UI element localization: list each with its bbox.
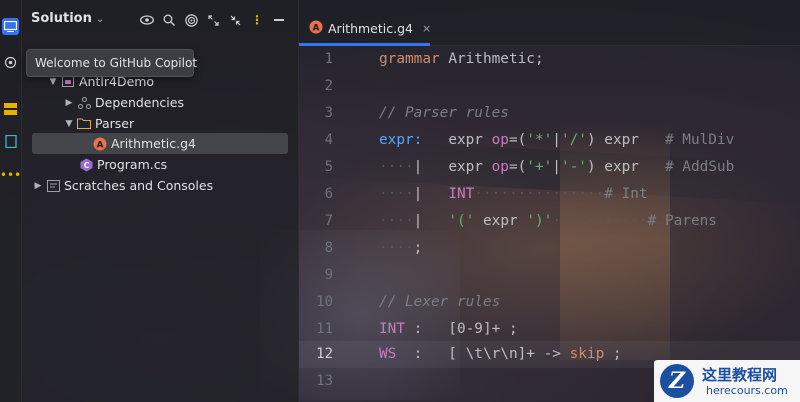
svg-text:C: C xyxy=(83,161,89,170)
watermark-url: herecours.com xyxy=(706,384,788,397)
dependencies-icon xyxy=(76,96,92,110)
code-line: ····| INT···············# Int xyxy=(379,186,648,202)
svg-text:A: A xyxy=(97,140,104,150)
line-number: 10 xyxy=(316,294,333,310)
tree-item-dependencies[interactable]: ▶ Dependencies xyxy=(62,92,184,113)
watermark-logo-icon: Z xyxy=(660,364,694,398)
antlr-file-icon: A xyxy=(92,137,108,151)
collapse-icon[interactable] xyxy=(224,10,246,30)
eye-icon[interactable] xyxy=(136,10,158,30)
code-line: ····| '(' expr ')'···········# Parens xyxy=(379,213,717,229)
target-icon[interactable] xyxy=(180,10,202,30)
chevron-down-icon: ▼ xyxy=(65,118,73,129)
tool-window-strip: ••• xyxy=(0,0,22,402)
tab-arithmetic-g4[interactable]: A Arithmetic.g4 × xyxy=(299,12,431,46)
more-vertical-icon[interactable]: ⋮ xyxy=(246,10,268,30)
line-number: 7 xyxy=(324,213,333,229)
minimize-icon[interactable] xyxy=(268,10,290,30)
csharp-file-icon: C xyxy=(78,158,94,172)
panel-title[interactable]: Solution ⌄ xyxy=(31,11,104,26)
tree-item-program-cs[interactable]: C Program.cs xyxy=(78,154,167,175)
code-line: ····| expr op=('+'|'-') expr # AddSub xyxy=(379,159,735,175)
code-line-current: WS : [ \t\r\n]+ -> skip ; xyxy=(379,346,622,362)
line-number: 11 xyxy=(316,321,333,337)
panel-toolbar: ⋮ xyxy=(136,10,290,30)
line-number: 4 xyxy=(324,132,333,148)
line-number: 8 xyxy=(324,240,333,256)
line-number: 13 xyxy=(316,373,333,389)
chevron-down-icon: ▼ xyxy=(49,76,57,87)
tree-item-parser-folder[interactable]: ▼ Parser xyxy=(62,113,135,134)
code-line: INT : [0-9]+ ; xyxy=(379,321,518,337)
chevron-right-icon: ▶ xyxy=(65,97,73,108)
scratches-icon xyxy=(45,179,61,193)
code-line: // Parser rules xyxy=(379,105,509,121)
close-icon[interactable]: × xyxy=(422,22,431,35)
bookmarks-icon[interactable] xyxy=(2,133,19,150)
copilot-tooltip: Welcome to GitHub Copilot xyxy=(26,49,197,77)
code-line: // Lexer rules xyxy=(379,294,501,310)
tree-item-arithmetic-g4[interactable]: A Arithmetic.g4 xyxy=(92,133,196,154)
services-icon[interactable] xyxy=(2,54,19,71)
line-number: 6 xyxy=(324,186,333,202)
line-number: 2 xyxy=(324,78,333,94)
line-number: 9 xyxy=(324,267,333,283)
watermark-title: 这里教程网 xyxy=(702,366,778,384)
expand-icon[interactable] xyxy=(202,10,224,30)
line-number-gutter: 1 2 3 4 5 6 7 8 9 10 11 12 13 xyxy=(299,46,347,402)
tree-item-scratches[interactable]: ▶ Scratches and Consoles xyxy=(31,175,214,196)
solution-explorer-icon[interactable] xyxy=(2,18,19,35)
code-line: expr: expr op=('*'|'/') expr # MulDiv xyxy=(379,132,735,148)
editor-tab-bar: A Arithmetic.g4 × xyxy=(299,0,800,46)
code-line: grammar Arithmetic; xyxy=(379,51,544,67)
line-number: 5 xyxy=(324,159,333,175)
structure-icon[interactable] xyxy=(2,100,19,117)
antlr-file-icon: A xyxy=(309,20,323,37)
svg-text:A: A xyxy=(313,24,320,34)
search-icon[interactable] xyxy=(158,10,180,30)
chevron-right-icon: ▶ xyxy=(34,180,42,191)
folder-icon xyxy=(76,117,92,131)
line-number: 3 xyxy=(324,105,333,121)
code-line: ····; xyxy=(379,240,423,256)
chevron-down-icon: ⌄ xyxy=(95,14,105,25)
line-number: 1 xyxy=(324,51,333,67)
more-tools-icon[interactable]: ••• xyxy=(0,166,21,183)
line-number-current: 12 xyxy=(316,346,333,362)
site-watermark: Z 这里教程网 herecours.com xyxy=(654,360,800,402)
